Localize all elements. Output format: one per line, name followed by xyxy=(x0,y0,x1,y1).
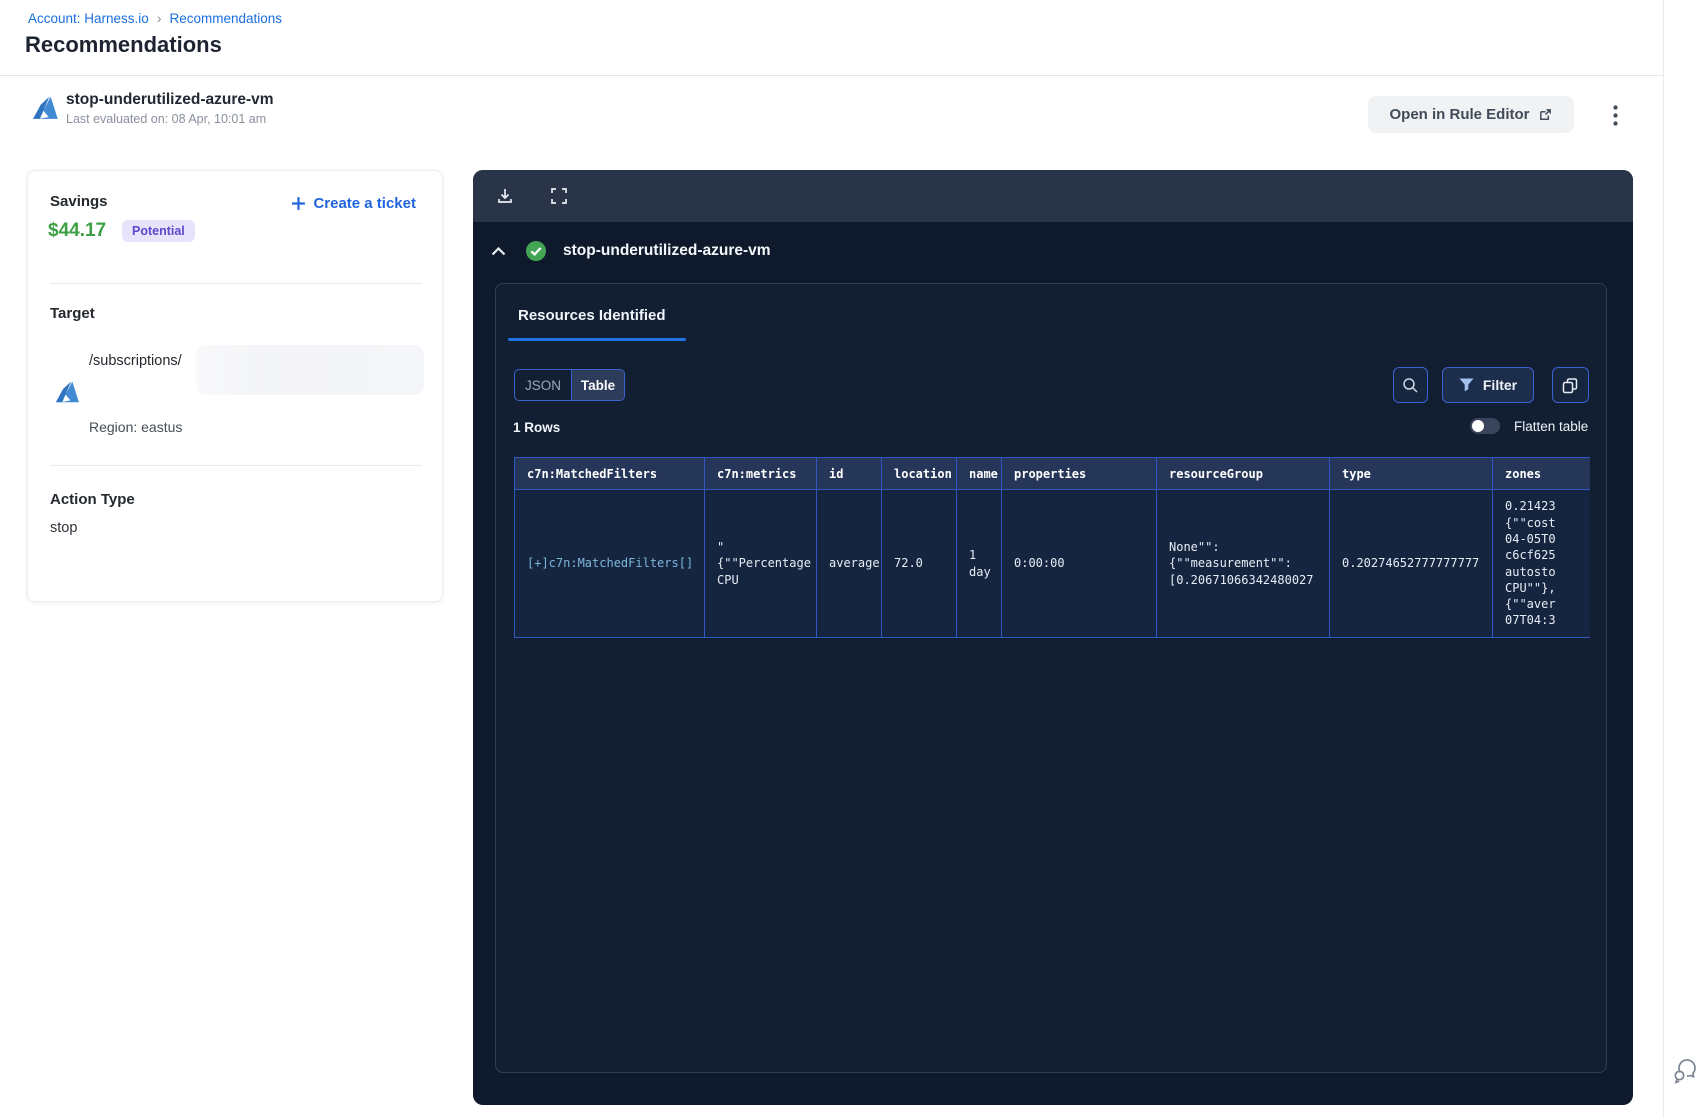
header-divider xyxy=(0,75,1663,76)
cell-properties: 0:00:00 xyxy=(1001,489,1157,638)
open-in-rule-editor-label: Open in Rule Editor xyxy=(1389,106,1530,123)
breadcrumb: Account: Harness.io › Recommendations xyxy=(28,10,282,26)
savings-label: Savings xyxy=(50,193,108,210)
kebab-menu-icon[interactable] xyxy=(1598,98,1632,132)
column-header-metrics[interactable]: c7n:metrics xyxy=(704,457,817,490)
target-region: Region: eastus xyxy=(89,419,183,435)
resources-table-container[interactable]: c7n:MatchedFilters c7n:metrics id locati… xyxy=(514,457,1590,638)
recommendation-details-card: Savings Create a ticket $44.17 Potential… xyxy=(27,170,443,602)
column-header-matched-filters[interactable]: c7n:MatchedFilters xyxy=(514,457,705,490)
target-label: Target xyxy=(50,305,95,322)
search-button[interactable] xyxy=(1393,367,1428,403)
target-path: /subscriptions/ xyxy=(89,353,182,369)
active-tab-underline xyxy=(508,338,686,341)
cell-name: 1 day xyxy=(956,489,1002,638)
plus-icon xyxy=(292,197,306,210)
savings-potential-badge: Potential xyxy=(122,220,195,242)
open-in-rule-editor-button[interactable]: Open in Rule Editor xyxy=(1368,96,1574,133)
action-type-label: Action Type xyxy=(50,491,135,508)
view-table-button[interactable]: Table xyxy=(571,370,624,400)
breadcrumb-recommendations-link[interactable]: Recommendations xyxy=(169,11,282,26)
column-header-zones[interactable]: zones xyxy=(1492,457,1590,490)
panel-toolbar xyxy=(473,170,1633,222)
column-header-name[interactable]: name xyxy=(956,457,1002,490)
rule-result-title: stop-underutilized-azure-vm xyxy=(563,242,771,259)
chat-bubble-icon[interactable] xyxy=(1668,1054,1702,1088)
redacted-subscription-id xyxy=(196,345,424,395)
success-check-icon xyxy=(526,241,546,261)
filter-funnel-icon xyxy=(1459,378,1474,392)
cell-zones: 0.21423 {""cost 04-05T0 c6cf625 autosto … xyxy=(1492,489,1590,638)
column-header-type[interactable]: type xyxy=(1329,457,1493,490)
cell-matched-filters-expander[interactable]: [+]c7n:MatchedFilters[] xyxy=(514,489,705,638)
breadcrumb-account-link[interactable]: Account: Harness.io xyxy=(28,11,149,26)
view-json-button[interactable]: JSON xyxy=(515,370,571,400)
tab-resources-identified[interactable]: Resources Identified xyxy=(508,294,686,341)
view-mode-toggle: JSON Table xyxy=(514,369,625,401)
create-ticket-label: Create a ticket xyxy=(313,195,416,212)
card-divider xyxy=(50,465,422,466)
tab-resources-identified-label: Resources Identified xyxy=(518,307,666,324)
copy-button[interactable] xyxy=(1552,367,1589,403)
flatten-table-control: Flatten table xyxy=(1470,418,1588,434)
column-header-id[interactable]: id xyxy=(816,457,882,490)
flatten-table-toggle[interactable] xyxy=(1470,418,1500,434)
column-header-properties[interactable]: properties xyxy=(1001,457,1157,490)
filter-button-label: Filter xyxy=(1482,377,1518,393)
cell-id: average xyxy=(816,489,882,638)
resources-identified-card: Resources Identified JSON Table Filter 1… xyxy=(495,283,1607,1073)
cell-metrics: " {""Percentage CPU xyxy=(704,489,817,638)
savings-amount: $44.17 xyxy=(48,220,107,241)
action-type-value: stop xyxy=(50,520,78,536)
copy-icon xyxy=(1562,377,1578,393)
azure-logo-icon xyxy=(55,381,79,403)
breadcrumb-separator: › xyxy=(156,10,162,26)
recommendation-last-evaluated: Last evaluated on: 08 Apr, 10:01 am xyxy=(66,112,267,126)
card-divider xyxy=(50,283,422,284)
create-ticket-button[interactable]: Create a ticket xyxy=(291,195,416,212)
cell-type: 0.20274652777777777 xyxy=(1329,489,1493,638)
right-rail-divider xyxy=(1663,0,1664,1118)
table-row: [+]c7n:MatchedFilters[] " {""Percentage … xyxy=(514,489,1590,638)
collapse-chevron-icon[interactable] xyxy=(487,240,509,262)
cell-location: 72.0 xyxy=(881,489,957,638)
cell-resource-group: None"": {""measurement"": [0.20671066342… xyxy=(1156,489,1330,638)
rule-result-header: stop-underutilized-azure-vm xyxy=(473,236,1633,266)
column-header-location[interactable]: location xyxy=(881,457,957,490)
filter-button[interactable]: Filter xyxy=(1442,367,1534,403)
table-header-row: c7n:MatchedFilters c7n:metrics id locati… xyxy=(514,457,1590,490)
recommendations-page: Account: Harness.io › Recommendations Re… xyxy=(0,0,1706,1118)
external-link-icon xyxy=(1539,109,1551,120)
fullscreen-icon[interactable] xyxy=(547,184,571,208)
resources-table: c7n:MatchedFilters c7n:metrics id locati… xyxy=(514,457,1590,638)
search-icon xyxy=(1403,377,1418,393)
rows-count: 1 Rows xyxy=(513,420,561,435)
column-header-resource-group[interactable]: resourceGroup xyxy=(1156,457,1330,490)
recommendation-name: stop-underutilized-azure-vm xyxy=(66,91,274,108)
rule-output-panel: stop-underutilized-azure-vm Resources Id… xyxy=(473,170,1633,1105)
download-icon[interactable] xyxy=(493,184,517,208)
flatten-table-label: Flatten table xyxy=(1514,418,1589,434)
page-title: Recommendations xyxy=(25,32,222,57)
toggle-knob xyxy=(1472,420,1484,432)
azure-logo-icon xyxy=(33,96,58,119)
